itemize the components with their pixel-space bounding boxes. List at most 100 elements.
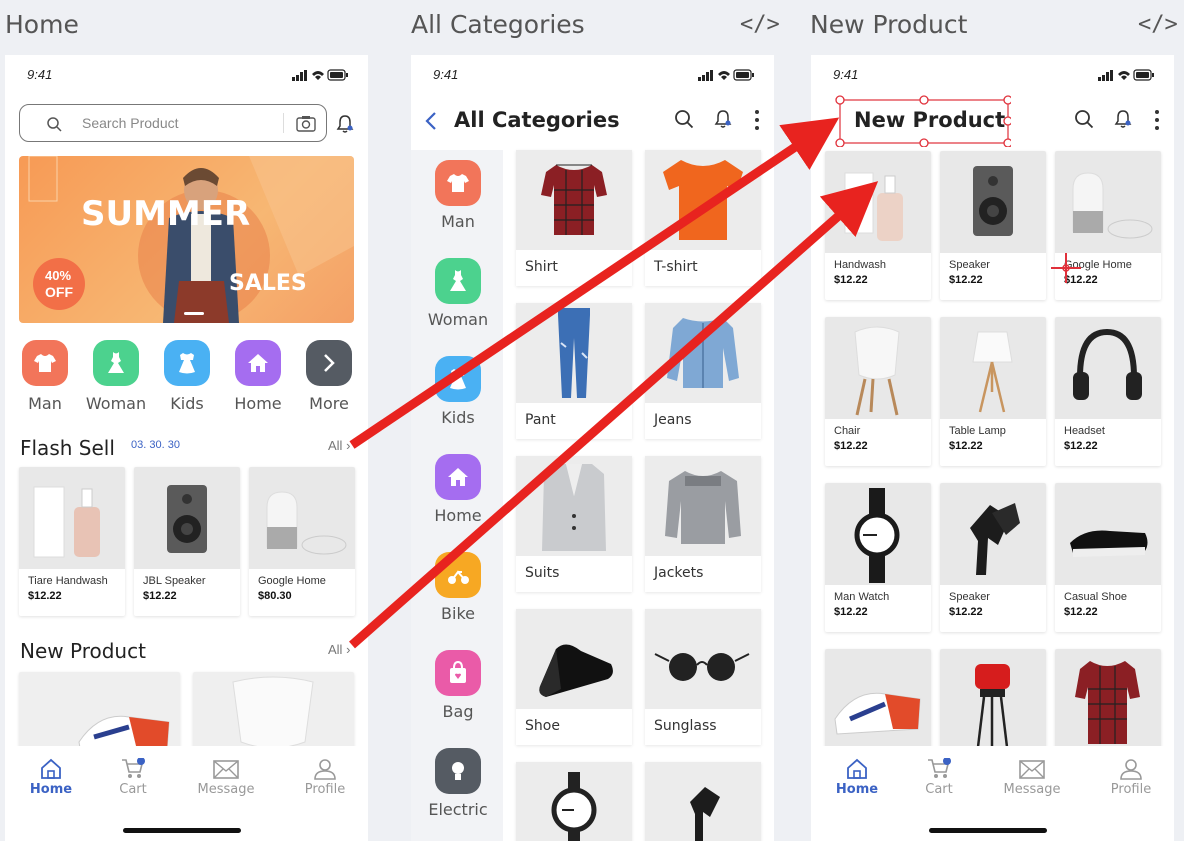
product-card[interactable]: Man Watch $12.22: [825, 483, 931, 632]
cart-icon: [899, 758, 979, 780]
new-product-all-link[interactable]: All ›: [328, 642, 350, 657]
product-card[interactable]: Table Lamp $12.22: [940, 317, 1046, 466]
category-card-label: T-shirt: [654, 259, 698, 275]
flash-product-card[interactable]: Tiare Handwash $12.22: [19, 467, 125, 616]
product-image: [249, 467, 355, 569]
product-name: JBL Speaker: [143, 575, 206, 587]
flash-sell-title: Flash Sell: [20, 436, 115, 460]
flash-product-card[interactable]: Google Home $80.30: [249, 467, 355, 616]
sidebar-item-woman[interactable]: Woman: [423, 258, 493, 329]
sidebar-item-bike[interactable]: Bike: [423, 552, 493, 623]
product-card[interactable]: [1055, 649, 1161, 749]
search-input[interactable]: Search Product: [82, 115, 179, 131]
home-icon: [11, 758, 91, 780]
category-image: [645, 609, 761, 709]
message-icon: [992, 758, 1072, 780]
flash-product-card[interactable]: JBL Speaker $12.22: [134, 467, 240, 616]
search-icon[interactable]: [674, 109, 694, 129]
tab-message[interactable]: Message: [992, 758, 1072, 797]
product-image: [1055, 649, 1161, 749]
more-vertical-icon[interactable]: [754, 109, 760, 131]
search-bar[interactable]: Search Product: [19, 104, 327, 142]
category-image: [516, 456, 632, 556]
sidebar-item-electric[interactable]: Electric: [423, 748, 493, 819]
sidebar-item-bag[interactable]: Bag: [423, 650, 493, 721]
product-card[interactable]: [940, 649, 1046, 749]
dress-icon: [93, 340, 139, 386]
product-price: $12.22: [949, 606, 983, 618]
search-icon: [47, 117, 62, 132]
category-card-pant[interactable]: Pant: [516, 303, 632, 439]
product-name: Handwash: [834, 259, 886, 271]
bell-icon[interactable]: [336, 114, 354, 134]
product-name: Speaker: [949, 259, 990, 271]
category-home[interactable]: Home: [223, 340, 293, 413]
product-card[interactable]: Handwash $12.22: [825, 151, 931, 300]
category-sidebar: Man Woman Kids Home Bike Bag Electric: [411, 150, 503, 841]
back-icon[interactable]: [425, 111, 437, 131]
category-card-t-shirt[interactable]: T-shirt: [645, 150, 761, 286]
camera-icon[interactable]: [296, 115, 316, 132]
home-indicator: [123, 828, 241, 833]
cart-icon: [93, 758, 173, 780]
crosshair-cursor-icon: [1051, 253, 1081, 283]
product-card[interactable]: [825, 649, 931, 749]
category-image: [645, 150, 761, 250]
product-name: Casual Shoe: [1064, 591, 1127, 603]
more-vertical-icon[interactable]: [1154, 109, 1160, 131]
tab-label: Cart: [925, 782, 953, 797]
category-man[interactable]: Man: [10, 340, 80, 413]
product-card[interactable]: Speaker $12.22: [940, 483, 1046, 632]
tab-profile[interactable]: Profile: [285, 758, 365, 797]
category-label: More: [309, 394, 349, 413]
tab-cart[interactable]: Cart: [899, 758, 979, 797]
bottom-tab-bar: Home Cart Message Profile: [5, 746, 368, 841]
category-card[interactable]: [516, 762, 632, 841]
product-card[interactable]: Headset $12.22: [1055, 317, 1161, 466]
category-card-shirt[interactable]: Shirt: [516, 150, 632, 286]
category-card-jeans[interactable]: Jeans: [645, 303, 761, 439]
tab-message[interactable]: Message: [186, 758, 266, 797]
tab-label: Message: [197, 782, 255, 797]
category-image: [645, 303, 761, 403]
category-card[interactable]: [645, 762, 761, 841]
bottom-tab-bar: Home Cart Message Profile: [811, 746, 1174, 841]
product-card[interactable]: Speaker $12.22: [940, 151, 1046, 300]
tab-home[interactable]: Home: [817, 758, 897, 797]
bike-icon: [435, 552, 481, 598]
status-bar: 9:41: [833, 67, 1154, 83]
sidebar-item-kids[interactable]: Kids: [423, 356, 493, 427]
code-icon[interactable]: </>: [1138, 12, 1178, 37]
panel-title-categories: All Categories: [411, 10, 585, 39]
tab-home[interactable]: Home: [11, 758, 91, 797]
house-icon: [235, 340, 281, 386]
search-icon[interactable]: [1074, 109, 1094, 129]
category-card-sunglass[interactable]: Sunglass: [645, 609, 761, 745]
category-label: Woman: [85, 394, 147, 413]
promo-banner[interactable]: SUMMER SALES 40% OFF: [19, 156, 354, 323]
bell-icon[interactable]: [714, 109, 732, 129]
category-more[interactable]: More: [294, 340, 364, 413]
category-woman[interactable]: Woman: [81, 340, 151, 413]
category-card-shoe[interactable]: Shoe: [516, 609, 632, 745]
category-kids[interactable]: Kids: [152, 340, 222, 413]
flash-sell-all-link[interactable]: All ›: [328, 438, 350, 453]
product-name: Table Lamp: [949, 425, 1006, 437]
selection-handles: [835, 95, 1011, 147]
product-card[interactable]: Casual Shoe $12.22: [1055, 483, 1161, 632]
new-product-screen: 9:41 New Product Handwash $12.22 Speaker $1…: [811, 55, 1174, 841]
tab-cart[interactable]: Cart: [93, 758, 173, 797]
product-name: Tiare Handwash: [28, 575, 108, 587]
kids-dress-icon: [435, 356, 481, 402]
product-image: [825, 317, 931, 419]
category-card-suits[interactable]: Suits: [516, 456, 632, 592]
product-card[interactable]: Chair $12.22: [825, 317, 931, 466]
status-time: 9:41: [27, 67, 53, 82]
sidebar-item-man[interactable]: Man: [423, 160, 493, 231]
code-icon[interactable]: </>: [740, 12, 780, 37]
tab-profile[interactable]: Profile: [1091, 758, 1171, 797]
category-card-jackets[interactable]: Jackets: [645, 456, 761, 592]
product-name: Speaker: [949, 591, 990, 603]
sidebar-item-home[interactable]: Home: [423, 454, 493, 525]
bell-icon[interactable]: [1114, 109, 1132, 129]
